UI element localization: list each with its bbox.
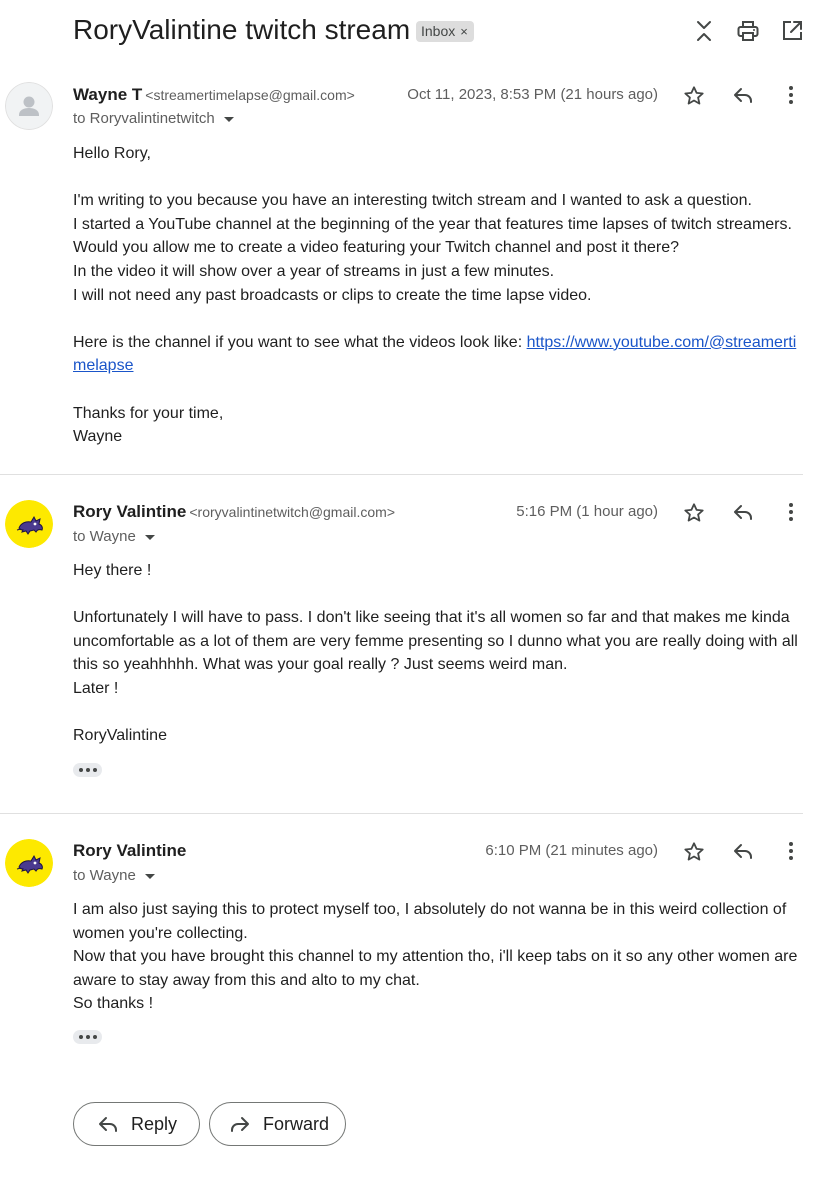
message-divider <box>0 474 803 475</box>
body-paragraph: Unfortunately I will have to pass. I don… <box>73 609 798 674</box>
forward-button[interactable]: Forward <box>209 1102 346 1146</box>
sender-name-text: Rory Valintine <box>73 841 187 860</box>
recipient-text: to Wayne <box>73 867 136 884</box>
chevron-down-icon[interactable] <box>144 534 155 540</box>
avatar[interactable] <box>5 82 53 130</box>
sender-name-text: Wayne T <box>73 85 143 104</box>
sender-email: <streamertimelapse@gmail.com> <box>145 87 355 103</box>
more-options-icon[interactable] <box>779 83 803 107</box>
signature: Wayne <box>73 428 123 446</box>
closing: So thanks ! <box>73 995 154 1013</box>
sender-name: Wayne T <streamertimelapse@gmail.com> <box>73 85 355 105</box>
subject-bar: RoryValintine twitch stream Inbox × <box>0 0 815 64</box>
email-subject: RoryValintine twitch stream <box>73 14 411 45</box>
body-line: Would you allow me to create a video fea… <box>73 239 679 257</box>
closing: Thanks for your time, <box>73 404 224 422</box>
body-line: I started a YouTube channel at the begin… <box>73 215 792 233</box>
recipient-text: to Roryvalintinetwitch <box>73 110 215 127</box>
label-text: Inbox <box>421 23 456 39</box>
signature: RoryValintine <box>73 727 167 745</box>
closing: Later ! <box>73 679 119 697</box>
sender-name: Rory Valintine <roryvalintinetwitch@gmail… <box>73 502 395 522</box>
reply-button-label: Reply <box>131 1113 178 1134</box>
more-options-icon[interactable] <box>779 500 803 524</box>
star-icon[interactable] <box>682 840 706 864</box>
print-icon[interactable] <box>735 18 761 44</box>
avatar[interactable] <box>5 500 53 548</box>
channel-text: Here is the channel if you want to see w… <box>73 333 527 351</box>
greeting: Hello Rory, <box>73 145 151 162</box>
reply-icon <box>96 1112 120 1136</box>
body-line: I'm writing to you because you have an i… <box>73 192 752 210</box>
more-options-icon[interactable] <box>779 839 803 863</box>
message-timestamp: Oct 11, 2023, 8:53 PM (21 hours ago) <box>407 86 658 103</box>
sender-email: <roryvalintinetwitch@gmail.com> <box>189 504 395 520</box>
show-trimmed-content-button[interactable] <box>73 1030 102 1044</box>
body-paragraph: I am also just saying this to protect my… <box>73 901 787 942</box>
sender-name: Rory Valintine <box>73 841 186 861</box>
yellow-cat-avatar-icon <box>5 500 53 548</box>
avatar[interactable] <box>5 839 53 887</box>
recipient-line[interactable]: to Wayne <box>73 528 155 545</box>
sender-name-text: Rory Valintine <box>73 502 187 521</box>
yellow-cat-avatar-icon <box>5 839 53 887</box>
inbox-label-chip: Inbox × <box>416 21 474 42</box>
reply-icon[interactable] <box>731 83 755 107</box>
show-trimmed-content-button[interactable] <box>73 763 102 777</box>
body-line: I will not need any past broadcasts or c… <box>73 286 592 304</box>
forward-button-label: Forward <box>263 1113 330 1134</box>
reply-icon[interactable] <box>731 500 755 524</box>
recipient-line[interactable]: to Wayne <box>73 867 155 884</box>
message-divider <box>0 813 803 814</box>
recipient-line[interactable]: to Roryvalintinetwitch <box>73 110 234 127</box>
chevron-down-icon[interactable] <box>223 116 234 122</box>
message-body: Hello Rory, I'm writing to you because y… <box>73 142 803 449</box>
default-person-avatar-icon <box>5 82 53 130</box>
unfold-icon[interactable] <box>691 18 717 44</box>
message-body: I am also just saying this to protect my… <box>73 898 803 1016</box>
message-timestamp: 5:16 PM (1 hour ago) <box>516 503 658 520</box>
body-line: In the video it will show over a year of… <box>73 262 555 280</box>
chevron-down-icon[interactable] <box>144 873 155 879</box>
star-icon[interactable] <box>682 84 706 108</box>
channel-paragraph: Here is the channel if you want to see w… <box>73 331 803 378</box>
forward-icon <box>228 1112 252 1136</box>
message-body: Hey there ! Unfortunately I will have to… <box>73 559 803 748</box>
remove-label-icon[interactable]: × <box>460 24 468 39</box>
open-in-new-window-icon[interactable] <box>779 18 805 44</box>
recipient-text: to Wayne <box>73 528 136 545</box>
body-paragraph: Now that you have brought this channel t… <box>73 948 798 989</box>
star-icon[interactable] <box>682 501 706 525</box>
reply-button[interactable]: Reply <box>73 1102 200 1146</box>
greeting: Hey there ! <box>73 562 152 579</box>
message-timestamp: 6:10 PM (21 minutes ago) <box>485 842 658 859</box>
reply-icon[interactable] <box>731 839 755 863</box>
